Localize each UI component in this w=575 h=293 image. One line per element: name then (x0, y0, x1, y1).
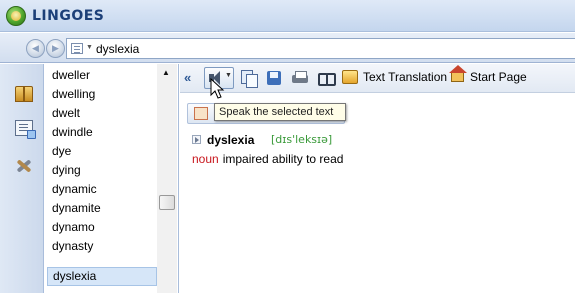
title-bar: LINGOES (0, 0, 575, 32)
list-item[interactable]: dwelling (47, 85, 157, 104)
dictionary-icon (194, 107, 208, 120)
home-icon (449, 65, 467, 82)
list-item[interactable]: dynamo (47, 218, 157, 237)
start-page-label: Start Page (470, 70, 527, 84)
list-item[interactable]: dynamite (47, 199, 157, 218)
tools-icon[interactable] (15, 157, 33, 173)
expand-icon[interactable] (192, 135, 201, 144)
list-item[interactable]: dynasty (47, 237, 157, 256)
definition: impaired ability to read (222, 152, 344, 166)
sense: noun impaired ability to read (192, 152, 343, 166)
text-translation-label: Text Translation (363, 70, 448, 84)
chevron-down-icon[interactable]: ▼ (86, 44, 93, 51)
document-icon[interactable] (15, 120, 36, 139)
toolbar: « ▼ Text Translation Start Page (180, 64, 575, 93)
list-item[interactable]: dwelt (47, 104, 157, 123)
translation-icon (342, 70, 358, 84)
binoculars-icon[interactable] (317, 69, 336, 87)
list-icon[interactable] (71, 43, 83, 54)
scrollbar[interactable]: ▲ (157, 64, 177, 293)
list-item[interactable]: dweller (47, 66, 157, 85)
definition-pane: ary ▼ dyslexia [dɪs'leksɪə] nounimpaired… (180, 94, 575, 293)
save-icon[interactable] (265, 69, 283, 87)
book-icon[interactable] (15, 86, 33, 102)
list-item[interactable]: dynamic (47, 180, 157, 199)
search-input[interactable]: ▼ dyslexia (66, 38, 575, 59)
list-item[interactable]: dye (47, 142, 157, 161)
word-list: dweller dwelling dwelt dwindle dye dying… (44, 64, 179, 293)
address-bar: ◀ ▶ ▼ dyslexia (0, 33, 575, 63)
back-arrow-icon[interactable]: ◀ (26, 39, 45, 58)
mouse-cursor-icon (210, 78, 225, 99)
app-title: LINGOES (32, 8, 105, 24)
lingoes-logo-icon (6, 6, 26, 26)
tooltip: Speak the selected text (214, 103, 346, 121)
headword: dyslexia (207, 133, 255, 147)
search-query[interactable]: dyslexia (96, 42, 139, 56)
phonetic: [dɪs'leksɪə] (271, 133, 333, 146)
list-item[interactable]: dwindle (47, 123, 157, 142)
collapse-panel-button[interactable]: « (184, 70, 191, 85)
forward-arrow-icon[interactable]: ▶ (46, 39, 65, 58)
print-icon[interactable] (291, 69, 309, 87)
list-item[interactable]: dying (47, 161, 157, 180)
scroll-thumb[interactable] (159, 195, 175, 210)
scroll-up-arrow-icon[interactable]: ▲ (162, 68, 170, 77)
list-item-selected[interactable]: dyslexia (47, 267, 157, 286)
side-icon-strip (0, 64, 44, 293)
part-of-speech: noun (192, 152, 219, 166)
copy-icon[interactable] (240, 69, 258, 88)
